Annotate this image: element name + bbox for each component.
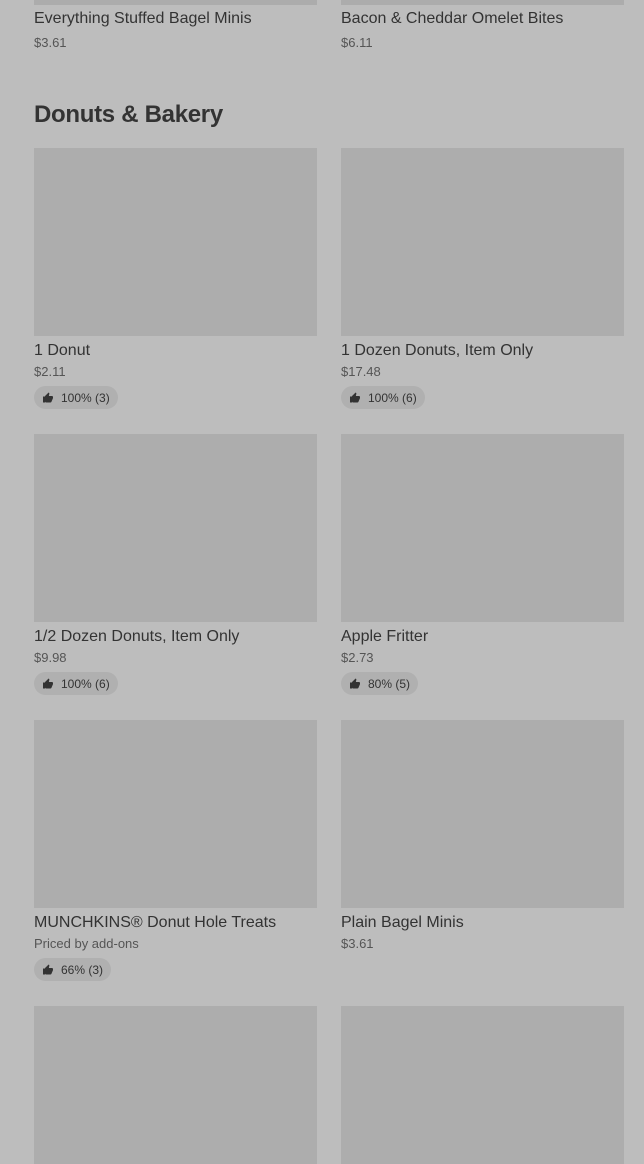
item-name: 1 Dozen Donuts, Item Only (341, 342, 534, 359)
item-name: Plain Bagel Minis (341, 914, 464, 931)
item-price: $17.48 (341, 364, 381, 379)
rating-badge: 100% (3) (34, 386, 118, 409)
menu-item-card[interactable]: Apple Fritter $2.73 80% (5) (341, 434, 624, 695)
item-price: $9.98 (34, 650, 67, 665)
menu-item-card[interactable]: Plain Bagel Minis $3.61 (341, 720, 624, 952)
menu-item-card[interactable] (341, 1006, 624, 1164)
item-price: $6.11 (341, 35, 373, 50)
thumbs-up-icon (43, 678, 53, 688)
thumbs-up-icon (350, 392, 360, 402)
item-image[interactable] (34, 434, 317, 622)
thumbs-up-icon (43, 392, 53, 402)
item-image[interactable] (34, 720, 317, 908)
rating-text: 100% (3) (61, 390, 110, 405)
menu-item-card[interactable]: 1/2 Dozen Donuts, Item Only $9.98 100% (… (34, 434, 317, 695)
item-price: Priced by add-ons (34, 936, 139, 951)
item-name: 1 Donut (34, 342, 91, 359)
item-name: 1/2 Dozen Donuts, Item Only (34, 628, 240, 645)
rating-text: 66% (3) (61, 962, 104, 977)
item-price: $2.11 (34, 364, 66, 379)
rating-text: 80% (5) (368, 676, 411, 691)
item-image[interactable] (341, 434, 624, 622)
rating-text: 100% (6) (61, 676, 110, 691)
item-image[interactable] (341, 1006, 624, 1164)
item-image[interactable] (341, 148, 624, 336)
item-name: MUNCHKINS® Donut Hole Treats (34, 914, 277, 931)
rating-badge: 66% (3) (34, 958, 112, 981)
item-price: $2.73 (341, 650, 374, 665)
menu-item-card[interactable]: 1 Donut $2.11 100% (3) (34, 148, 317, 409)
item-name[interactable]: Everything Stuffed Bagel Minis (34, 10, 252, 28)
item-name[interactable]: Bacon & Cheddar Omelet Bites (341, 10, 563, 28)
rating-text: 100% (6) (368, 390, 417, 405)
rating-badge: 100% (6) (34, 672, 118, 695)
item-image[interactable] (34, 1006, 317, 1164)
previous-section-row: Everything Stuffed Bagel Minis $3.61 Bac… (0, 0, 644, 60)
item-image[interactable] (341, 720, 624, 908)
rating-badge: 80% (5) (341, 672, 419, 695)
thumbs-up-icon (350, 678, 360, 688)
menu-item-card[interactable]: MUNCHKINS® Donut Hole Treats Priced by a… (34, 720, 317, 981)
rating-badge: 100% (6) (341, 386, 425, 409)
menu-item-card[interactable]: 1 Dozen Donuts, Item Only $17.48 100% (6… (341, 148, 624, 409)
menu-page: Everything Stuffed Bagel Minis $3.61 Bac… (0, 0, 644, 1164)
item-price: $3.61 (341, 936, 374, 951)
item-price: $3.61 (34, 35, 67, 50)
menu-item-card[interactable] (34, 1006, 317, 1164)
thumbs-up-icon (43, 964, 53, 974)
item-image[interactable] (34, 148, 317, 336)
item-name: Apple Fritter (341, 628, 429, 645)
item-image[interactable] (341, 0, 624, 5)
section-title: Donuts & Bakery (34, 101, 223, 128)
item-image[interactable] (34, 0, 317, 5)
